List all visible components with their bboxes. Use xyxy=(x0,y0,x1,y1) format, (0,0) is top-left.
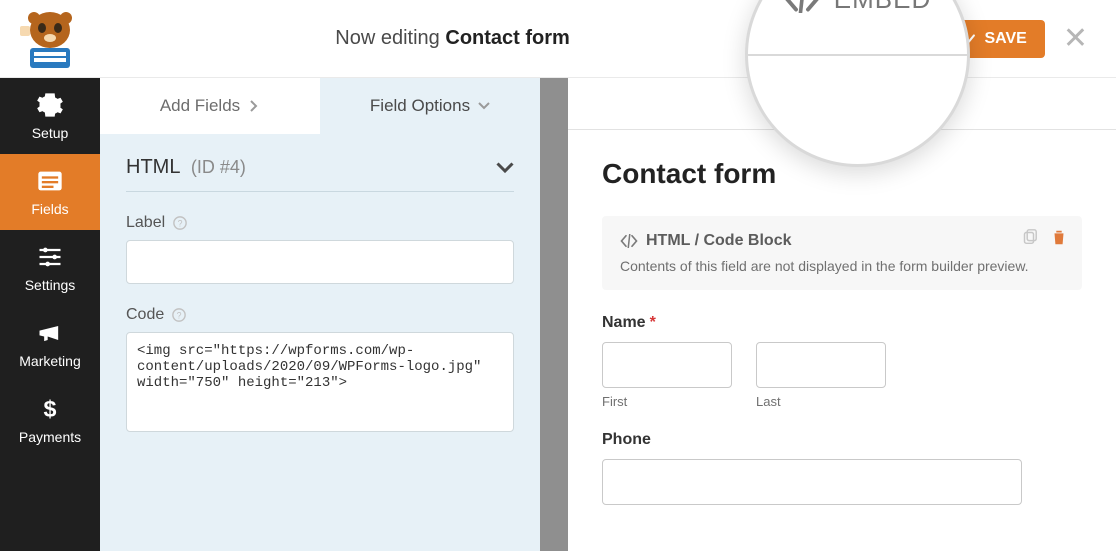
code-field-label: Code ? xyxy=(126,306,514,324)
trash-icon[interactable] xyxy=(1050,228,1068,246)
options-panel: Add Fields Field Options HTML (ID #4) xyxy=(100,78,540,551)
code-block-header: HTML / Code Block xyxy=(620,232,1064,250)
html-code-block-preview[interactable]: HTML / Code Block Contents of this field… xyxy=(602,216,1082,290)
help-icon[interactable]: ? xyxy=(173,216,187,230)
tab-add-fields[interactable]: Add Fields xyxy=(100,78,320,134)
code-textarea[interactable]: <img src="https://wpforms.com/wp-content… xyxy=(126,332,514,432)
sidebar-item-setup[interactable]: Setup xyxy=(0,78,100,154)
chevron-down-icon xyxy=(478,100,490,112)
block-actions xyxy=(1020,228,1068,246)
dollar-icon: $ xyxy=(36,395,64,423)
sidebar-item-label: Fields xyxy=(31,201,68,217)
code-block-description: Contents of this field are not displayed… xyxy=(620,258,1064,274)
first-name-input[interactable] xyxy=(602,342,732,388)
chevron-down-icon xyxy=(496,159,514,177)
tab-label: Add Fields xyxy=(160,96,240,116)
field-label: Name* xyxy=(602,314,656,332)
code-icon xyxy=(784,0,820,13)
tab-label: Field Options xyxy=(370,96,470,116)
sidebar-item-label: Settings xyxy=(25,277,76,293)
app-logo xyxy=(0,0,100,78)
field-label: Phone xyxy=(602,431,651,449)
last-sublabel: Last xyxy=(756,394,886,409)
svg-text:?: ? xyxy=(177,311,182,321)
sidebar-item-label: Marketing xyxy=(19,353,80,369)
first-sublabel: First xyxy=(602,394,732,409)
required-indicator: * xyxy=(650,314,656,331)
form-name: Contact form xyxy=(445,27,569,49)
phone-input[interactable] xyxy=(602,459,1022,505)
magnifier-label: EMBED xyxy=(834,0,931,15)
svg-text:$: $ xyxy=(44,396,57,422)
phone-field[interactable]: Phone xyxy=(602,431,1082,505)
sidebar: Setup Fields Settings Marketing $ Paymen… xyxy=(0,78,100,551)
save-label: SAVE xyxy=(984,30,1026,48)
sidebar-item-label: Setup xyxy=(32,125,69,141)
sidebar-item-payments[interactable]: $ Payments xyxy=(0,382,100,458)
sliders-icon xyxy=(36,243,64,271)
svg-text:?: ? xyxy=(178,219,183,229)
sidebar-item-marketing[interactable]: Marketing xyxy=(0,306,100,382)
sidebar-item-label: Payments xyxy=(19,429,81,445)
content: Add Fields Field Options HTML (ID #4) xyxy=(100,78,1116,551)
gear-icon xyxy=(36,91,64,119)
duplicate-icon[interactable] xyxy=(1020,228,1038,246)
close-icon[interactable]: ✕ xyxy=(1063,21,1088,56)
sidebar-item-settings[interactable]: Settings xyxy=(0,230,100,306)
editing-title: Now editing Contact form xyxy=(100,27,805,50)
field-header[interactable]: HTML (ID #4) xyxy=(126,156,514,192)
sidebar-item-fields[interactable]: Fields xyxy=(0,154,100,230)
last-name-input[interactable] xyxy=(756,342,886,388)
field-type-label: HTML xyxy=(126,156,180,178)
label-input[interactable] xyxy=(126,240,514,284)
label-field-label: Label ? xyxy=(126,214,514,232)
main-area: Setup Fields Settings Marketing $ Paymen… xyxy=(0,78,1116,551)
field-id-label: (ID #4) xyxy=(191,157,246,177)
help-icon[interactable]: ? xyxy=(172,308,186,322)
preview-body: Contact form HTML / Code Block Contents … xyxy=(568,130,1116,551)
chevron-right-icon xyxy=(248,100,260,112)
tab-field-options[interactable]: Field Options xyxy=(320,78,540,134)
megaphone-icon xyxy=(36,319,64,347)
name-field[interactable]: Name* First Last xyxy=(602,314,1082,409)
options-body: HTML (ID #4) Label ? Code ? <img src="ht… xyxy=(100,134,540,459)
list-icon xyxy=(36,167,64,195)
panel-tabs: Add Fields Field Options xyxy=(100,78,540,134)
panel-divider xyxy=(540,78,568,551)
code-icon xyxy=(620,234,638,248)
editing-prefix: Now editing xyxy=(335,27,440,49)
